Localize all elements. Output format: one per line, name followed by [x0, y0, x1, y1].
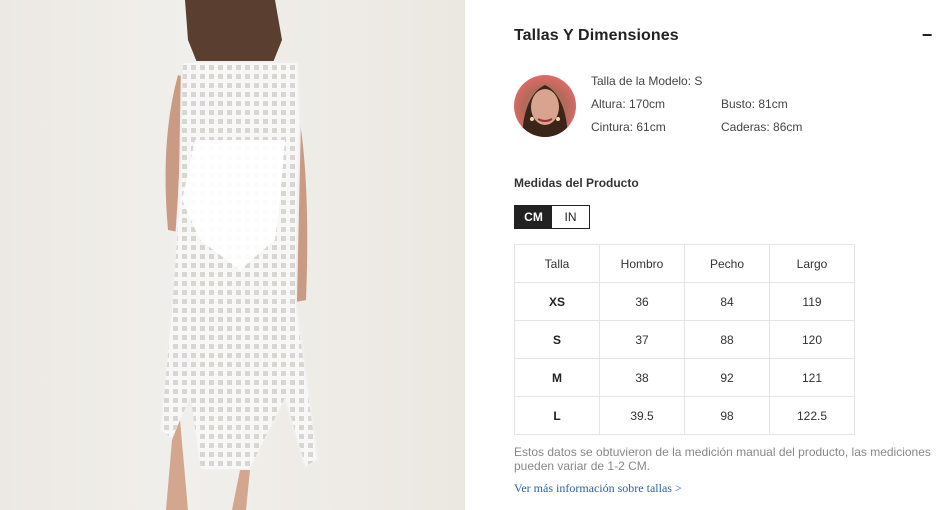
model-waist: Cintura: 61cm	[591, 120, 666, 134]
size-cell: L	[514, 396, 600, 435]
model-avatar-illustration	[522, 85, 568, 137]
chest-cell: 92	[684, 358, 770, 397]
product-measurements-heading: Medidas del Producto	[514, 176, 639, 190]
section-title: Tallas Y Dimensiones	[514, 27, 679, 44]
shoulder-cell: 36	[599, 282, 685, 321]
size-details-panel: Tallas Y Dimensiones − Talla de la Model…	[465, 0, 941, 510]
length-cell: 121	[769, 358, 855, 397]
product-photo	[0, 0, 465, 510]
size-cell: XS	[514, 282, 600, 321]
size-cell: S	[514, 320, 600, 359]
table-row: S 37 88 120	[514, 320, 855, 359]
column-header-shoulder: Hombro	[599, 244, 685, 283]
chest-cell: 88	[684, 320, 770, 359]
size-info-link[interactable]: Ver más información sobre tallas >	[514, 481, 682, 496]
shoulder-cell: 38	[599, 358, 685, 397]
chest-cell: 98	[684, 396, 770, 435]
table-row: M 38 92 121	[514, 358, 855, 397]
length-cell: 120	[769, 320, 855, 359]
chest-cell: 84	[684, 282, 770, 321]
table-row: XS 36 84 119	[514, 282, 855, 321]
column-header-length: Largo	[769, 244, 855, 283]
unit-in-button[interactable]: IN	[552, 206, 589, 228]
table-row: L 39.5 98 122.5	[514, 396, 855, 435]
measurement-note: Estos datos se obtuvieron de la medición…	[514, 445, 931, 473]
model-height: Altura: 170cm	[591, 97, 666, 111]
length-cell: 122.5	[769, 396, 855, 435]
shoulder-cell: 39.5	[599, 396, 685, 435]
table-header-row: Talla Hombro Pecho Largo	[514, 244, 855, 283]
length-cell: 119	[769, 282, 855, 321]
column-header-size: Talla	[514, 244, 600, 283]
size-cell: M	[514, 358, 600, 397]
model-bust: Busto: 81cm	[721, 97, 788, 111]
column-header-chest: Pecho	[684, 244, 770, 283]
shoulder-cell: 37	[599, 320, 685, 359]
collapse-button[interactable]: −	[920, 24, 934, 46]
product-photo-illustration	[158, 0, 320, 510]
model-avatar	[514, 75, 576, 137]
model-size: Talla de la Modelo: S	[591, 74, 703, 88]
model-hips: Caderas: 86cm	[721, 120, 803, 134]
size-table: Talla Hombro Pecho Largo XS 36 84 119 S …	[514, 244, 855, 435]
unit-cm-button[interactable]: CM	[515, 206, 552, 228]
unit-toggle: CM IN	[514, 205, 590, 229]
